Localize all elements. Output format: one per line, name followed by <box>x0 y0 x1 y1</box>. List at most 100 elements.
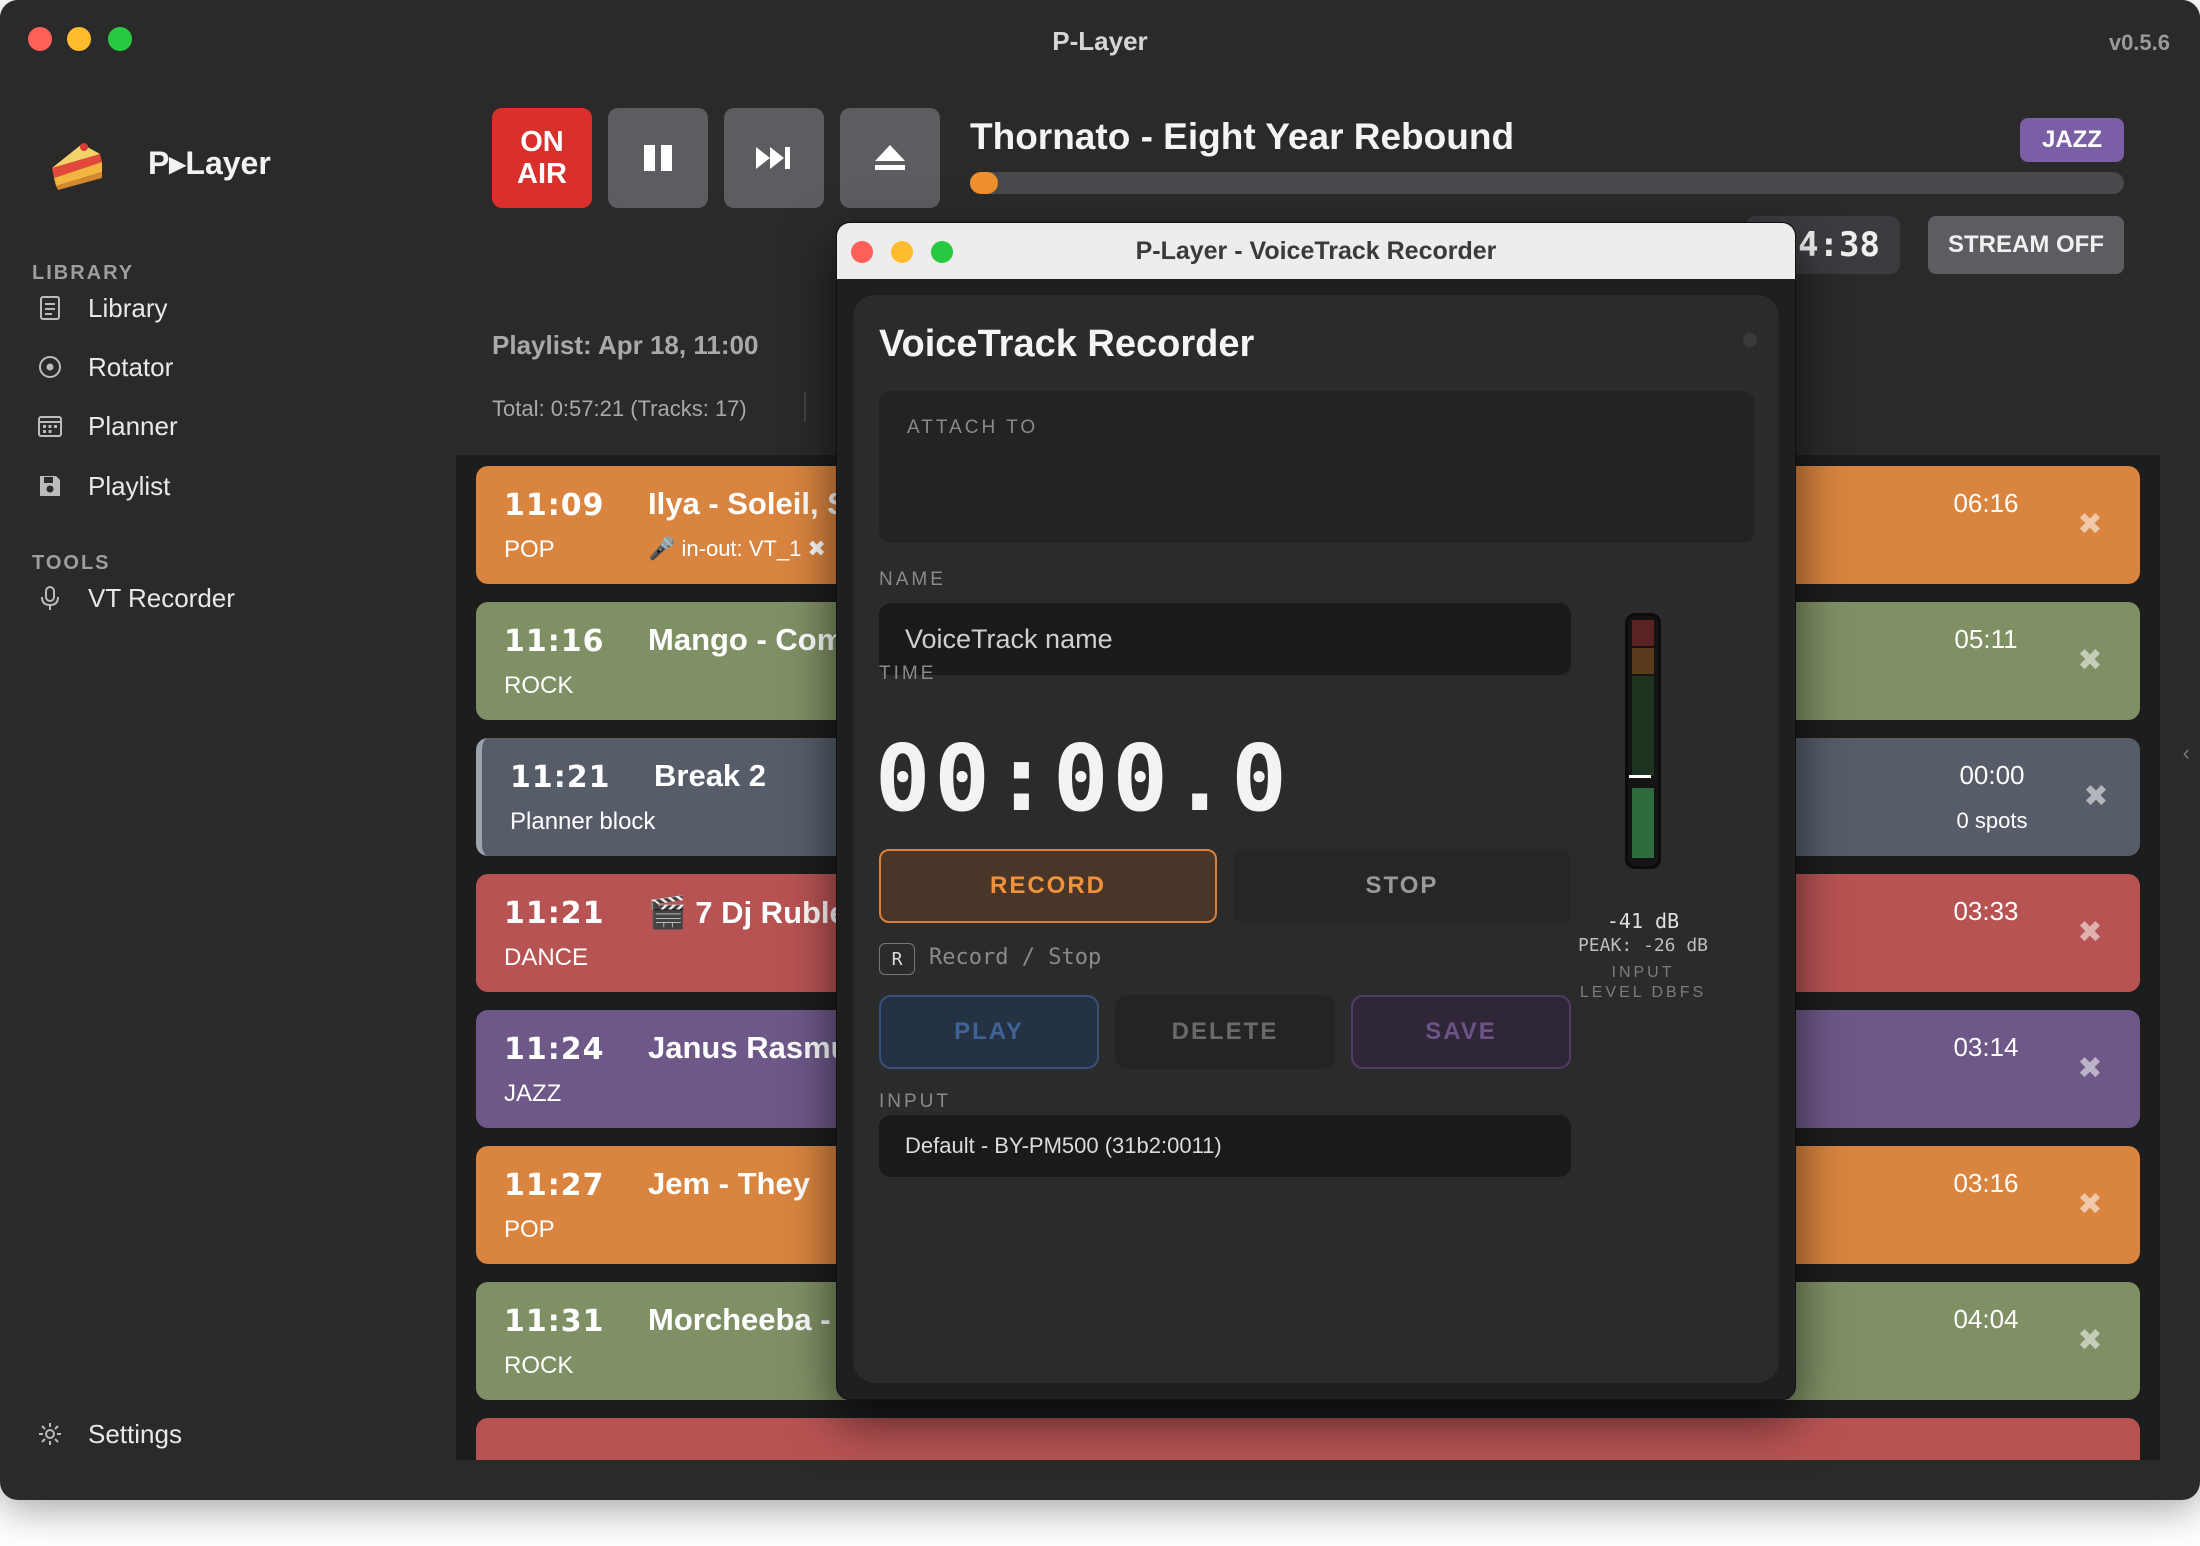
eject-icon <box>875 145 905 170</box>
app-window: P-Layer v0.5.6 P▸Layer LIBRARY Library R… <box>0 0 2200 1500</box>
track-genre: POP <box>504 536 555 563</box>
on-air-line-2: AIR <box>517 158 567 190</box>
voicetrack-recorder-dialog: P-Layer - VoiceTrack Recorder VoiceTrack… <box>836 222 1796 1400</box>
remove-track-icon[interactable]: ✖ <box>2072 914 2108 950</box>
track-title: Morcheeba - <box>648 1302 831 1337</box>
track-genre: DANCE <box>504 944 589 971</box>
record-button[interactable]: RECORD <box>879 849 1217 923</box>
calendar-icon <box>32 408 68 444</box>
track-title: Jem - They <box>648 1166 810 1201</box>
meter-segment-green <box>1632 788 1654 858</box>
track-duration: 03:33 <box>1953 896 2019 926</box>
track-genre: POP <box>504 1216 555 1243</box>
save-button[interactable]: SAVE <box>1351 995 1571 1069</box>
sidebar: P▸Layer LIBRARY Library Rotator Planner … <box>0 80 456 1500</box>
track-duration: 06:16 <box>1953 488 2019 518</box>
delete-button[interactable]: DELETE <box>1115 995 1335 1069</box>
level-db: -41 dB <box>1606 909 1680 933</box>
track-duration: 03:14 <box>1953 1032 2019 1062</box>
remove-track-icon[interactable]: ✖ <box>2072 506 2108 542</box>
settings-label: Settings <box>88 1418 182 1449</box>
sidebar-item-label: Planner <box>88 410 178 441</box>
dialog-window-title: P-Layer - VoiceTrack Recorder <box>1135 237 1497 265</box>
disk-icon <box>32 468 68 504</box>
track-genre: ROCK <box>504 672 574 699</box>
remove-track-icon[interactable]: ✖ <box>2078 778 2114 814</box>
on-air-line-1: ON <box>520 126 564 158</box>
progress-fill <box>970 172 998 194</box>
pause-button[interactable] <box>608 108 708 208</box>
track-time: 11:21 <box>504 896 605 931</box>
track-time: 11:24 <box>504 1032 605 1067</box>
track-row-partial[interactable] <box>476 1418 2140 1460</box>
meter-segment-red <box>1632 620 1654 646</box>
record-time-display: 00:00.0 <box>875 725 1291 832</box>
recorder-card: VoiceTrack Recorder ATTACH TO NAME Voice… <box>853 295 1779 1383</box>
input-level-meter <box>1625 613 1661 869</box>
sidebar-item-rotator[interactable]: Rotator <box>32 345 173 389</box>
input-level-label-1: INPUT <box>1611 964 1675 981</box>
recorder-heading: VoiceTrack Recorder <box>879 323 1255 365</box>
remove-track-icon[interactable]: ✖ <box>2072 1050 2108 1086</box>
track-time: 11:27 <box>504 1168 605 1203</box>
time-label: TIME <box>879 663 937 684</box>
break-title: Break 2 <box>654 758 767 793</box>
divider <box>804 392 806 422</box>
settings-button[interactable]: Settings <box>32 1412 182 1456</box>
now-playing-title: Thornato - Eight Year Rebound <box>970 116 1515 157</box>
remove-track-icon[interactable]: ✖ <box>2072 1186 2108 1222</box>
sidebar-item-planner[interactable]: Planner <box>32 404 178 448</box>
shortcut-key: R <box>879 943 915 975</box>
on-air-button[interactable]: ON AIR <box>492 108 592 208</box>
remove-track-icon[interactable]: ✖ <box>2072 1322 2108 1358</box>
remove-track-icon[interactable]: ✖ <box>2072 642 2108 678</box>
eject-button[interactable] <box>840 108 940 208</box>
microphone-icon <box>32 580 68 616</box>
play-button[interactable]: PLAY <box>879 995 1099 1069</box>
stream-toggle-button[interactable]: STREAM OFF <box>1928 216 2124 274</box>
sidebar-item-vt-recorder[interactable]: VT Recorder <box>32 576 235 620</box>
track-duration: 00:00 <box>1959 760 2025 790</box>
skip-next-button[interactable] <box>724 108 824 208</box>
pause-icon <box>644 145 672 171</box>
brand-name: P▸Layer <box>148 145 271 181</box>
chevron-left-icon[interactable]: ‹ <box>2183 740 2190 766</box>
shortcut-hint: Record / Stop <box>929 945 1102 970</box>
track-title: Ilya - Soleil, S <box>648 486 848 521</box>
sidebar-item-label: Rotator <box>88 351 174 382</box>
sidebar-item-label: Library <box>88 292 168 323</box>
meter-segment-dim <box>1632 676 1654 776</box>
name-label: NAME <box>879 569 946 590</box>
playlist-title: Playlist: Apr 18, 11:00 <box>492 330 759 360</box>
tools-heading: TOOLS <box>32 552 111 574</box>
progress-bar[interactable] <box>970 172 2124 194</box>
sidebar-item-playlist[interactable]: Playlist <box>32 464 170 508</box>
track-time: 11:21 <box>510 760 611 795</box>
track-genre: ROCK <box>504 1352 574 1379</box>
input-label: INPUT <box>879 1091 951 1112</box>
sidebar-item-label: Playlist <box>88 470 171 501</box>
stop-button[interactable]: STOP <box>1233 849 1571 923</box>
track-genre: JAZZ <box>504 1080 562 1107</box>
playlist-total: Total: 0:57:21 (Tracks: 17) <box>492 396 747 421</box>
track-time: 11:16 <box>504 624 605 659</box>
track-duration: 04:04 <box>1953 1304 2019 1334</box>
voicetrack-name-input[interactable]: VoiceTrack name <box>879 603 1571 675</box>
version-label: v0.5.6 <box>2108 30 2170 55</box>
track-time: 11:31 <box>504 1304 605 1339</box>
sidebar-item-library[interactable]: Library <box>32 286 167 330</box>
library-heading: LIBRARY <box>32 262 135 284</box>
input-device-select[interactable]: Default - BY-PM500 (31b2:0011) <box>879 1115 1571 1177</box>
peak-db: PEAK: -26 dB <box>1577 935 1709 956</box>
dialog-title-bar: P-Layer - VoiceTrack Recorder <box>837 223 1795 279</box>
track-time: 11:09 <box>504 488 605 523</box>
gear-icon <box>32 1416 68 1452</box>
track-title: 🎬 7 Dj Ruble <box>648 895 847 930</box>
track-duration: 03:16 <box>1953 1168 2019 1198</box>
track-title: Janus Rasmu <box>648 1030 850 1065</box>
window-title: P-Layer <box>1052 26 1148 56</box>
peak-marker <box>1629 775 1651 778</box>
attach-to-dropzone[interactable]: ATTACH TO <box>879 391 1755 543</box>
document-icon <box>32 290 68 326</box>
sidebar-item-label: VT Recorder <box>88 582 235 613</box>
